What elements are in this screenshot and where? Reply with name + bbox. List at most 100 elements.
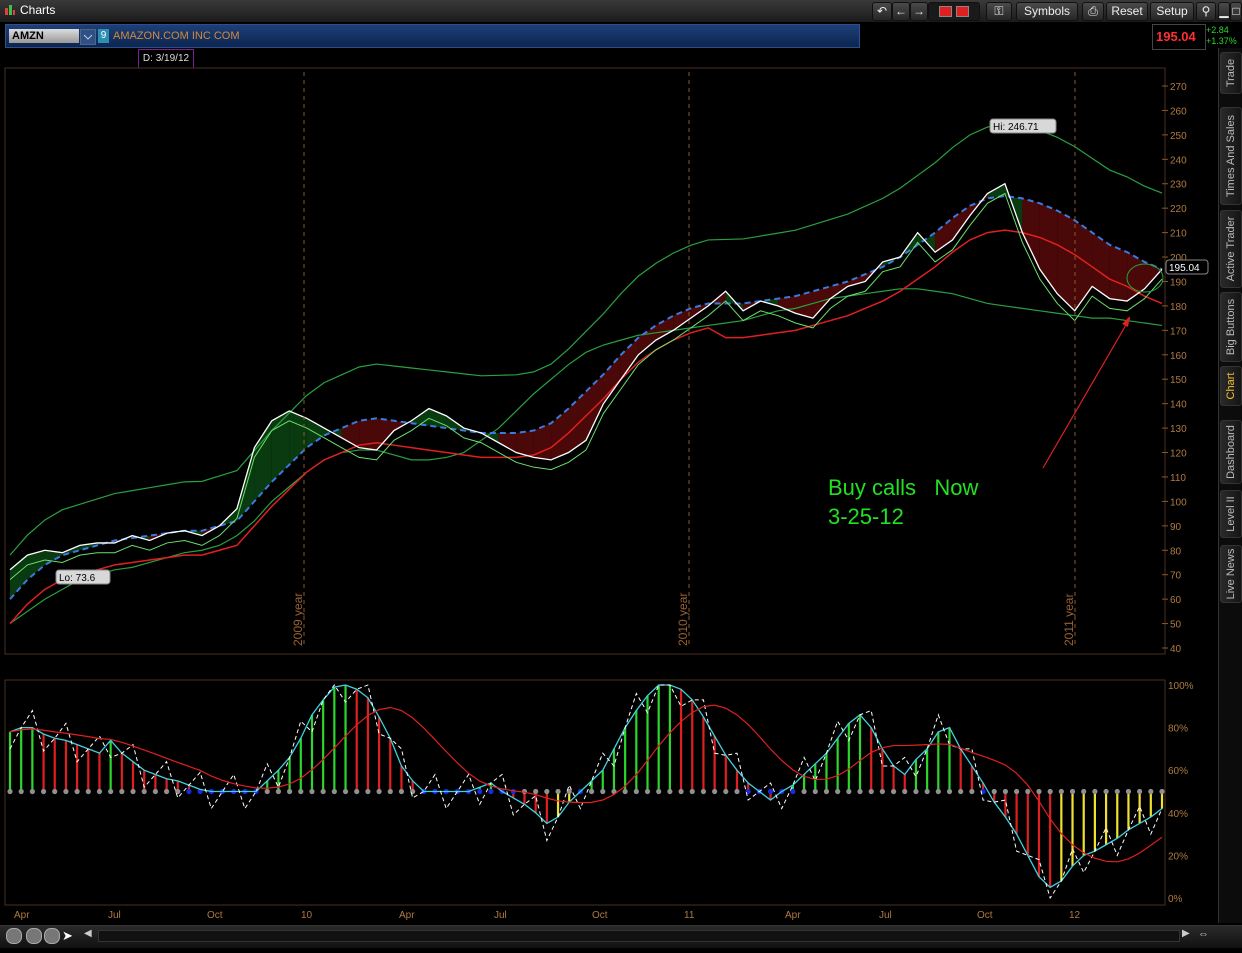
price-tick-label: 50 — [1170, 620, 1182, 631]
price-tick-label: 190 — [1170, 277, 1187, 288]
price-tick-label: 80 — [1170, 546, 1182, 557]
zero-line-dot — [1014, 788, 1020, 795]
zero-line-dot — [96, 788, 103, 795]
price-tick-label: 70 — [1170, 571, 1182, 582]
zero-line-dot — [600, 788, 606, 795]
zero-line-dot — [633, 788, 639, 795]
link-group-badge[interactable]: 9 — [98, 29, 109, 43]
minimize-icon[interactable]: ▁ — [1218, 2, 1230, 21]
layout-selector[interactable] — [928, 2, 980, 21]
zero-line-dot — [141, 788, 147, 795]
pan-icon[interactable] — [6, 928, 22, 944]
symbols-button[interactable]: Symbols — [1016, 2, 1078, 21]
sidebar-tab-chart[interactable]: Chart — [1220, 366, 1242, 406]
zero-line-dot — [52, 788, 58, 795]
zero-line-dot — [533, 788, 539, 795]
zero-line-dot — [354, 788, 360, 795]
forward-arrow-icon[interactable]: → — [910, 2, 928, 21]
sidebar-tab-live-news[interactable]: Live News — [1220, 545, 1242, 603]
pin-icon[interactable]: ⚲ — [1196, 2, 1216, 21]
zoom-out-icon[interactable] — [44, 928, 60, 944]
price-tick-label: 230 — [1170, 180, 1187, 191]
date-axis-label: 10 — [301, 910, 313, 921]
zero-line-dot — [991, 788, 997, 795]
sidebar-tab-big-buttons[interactable]: Big Buttons — [1220, 292, 1242, 362]
zoom-in-icon[interactable] — [26, 928, 42, 944]
zero-line-dot — [879, 788, 885, 795]
zero-line-dot — [387, 788, 393, 795]
pointer-icon[interactable]: ➤ — [62, 928, 73, 944]
zero-line-dot — [74, 788, 80, 795]
zero-line-dot — [958, 788, 964, 795]
scroll-left-icon[interactable]: ◀ — [84, 928, 96, 942]
reset-button[interactable]: Reset — [1106, 2, 1148, 21]
year-marker-label: 2011 year — [1062, 594, 1076, 646]
zero-line-dot — [734, 788, 740, 795]
sidebar-tab-times-and-sales[interactable]: Times And Sales — [1220, 107, 1242, 205]
oscillator-tick-label: 0% — [1168, 894, 1183, 905]
price-tick-label: 60 — [1170, 595, 1182, 606]
oscillator-tick-label: 20% — [1168, 851, 1188, 862]
zero-line-dot — [365, 788, 371, 795]
chevron-down-icon[interactable] — [80, 29, 96, 45]
zero-line-dot — [555, 788, 561, 795]
price-tick-label: 110 — [1170, 473, 1186, 484]
chart-app-icon — [5, 5, 15, 15]
zero-line-dot — [40, 788, 47, 795]
zero-line-dot — [622, 788, 628, 795]
date-axis-label: Apr — [399, 910, 415, 921]
last-price-label: 195.04 — [1169, 263, 1200, 274]
date-axis-label: Oct — [592, 910, 608, 921]
year-marker-label: 2009 year — [291, 593, 305, 646]
zero-line-dot — [644, 788, 651, 795]
link-icon[interactable]: ⚿ — [986, 2, 1012, 21]
zero-line-dot — [1058, 788, 1064, 795]
price-tick-label: 90 — [1170, 522, 1182, 533]
date-axis-label: Apr — [14, 910, 30, 921]
sidebar-tab-level-ii[interactable]: Level II — [1220, 490, 1242, 538]
zero-line-dot — [700, 788, 707, 795]
price-tick-label: 120 — [1170, 449, 1187, 460]
zero-line-dot — [712, 788, 718, 795]
zero-line-dot — [902, 788, 908, 795]
zero-line-dot — [678, 788, 684, 795]
zero-line-dot — [1036, 788, 1042, 795]
horizontal-scrollbar[interactable] — [98, 930, 1180, 942]
sidebar-tab-active-trader[interactable]: Active Trader — [1220, 210, 1242, 288]
back-arrow-icon[interactable]: ← — [892, 2, 910, 21]
oscillator-tick-label: 80% — [1168, 724, 1188, 735]
zero-line-dot — [488, 788, 494, 795]
oscillator-tick-label: 60% — [1168, 766, 1188, 777]
expand-icon[interactable]: ⇔ — [1198, 928, 1209, 940]
maximize-icon[interactable]: □ — [1230, 2, 1242, 21]
symbol-input[interactable]: AMZN — [9, 29, 79, 43]
price-chart[interactable]: 40 50 60 70 80 90 100 110 120 130 140 150 160 170 180 1… — [0, 48, 1218, 925]
zero-line-dot — [846, 788, 852, 795]
zero-line-dot — [29, 788, 35, 795]
zero-line-dot — [331, 788, 337, 795]
zero-line-dot — [823, 788, 830, 795]
annotation-line-1: Buy calls Now — [828, 475, 979, 500]
zero-line-dot — [890, 788, 897, 795]
net-change: +2.84 — [1206, 25, 1229, 35]
undo-icon[interactable]: ↶ — [872, 2, 892, 21]
zero-line-dot — [544, 788, 550, 795]
scroll-right-icon[interactable]: ▶ — [1182, 928, 1190, 939]
zero-line-dot — [477, 788, 483, 795]
lo-label: Lo: 73.6 — [59, 573, 96, 584]
price-tick-label: 140 — [1170, 400, 1187, 411]
date-axis-label: Oct — [207, 910, 223, 921]
price-tick-label: 170 — [1170, 326, 1187, 337]
zero-line-dot — [969, 788, 975, 795]
price-tick-label: 100 — [1170, 497, 1187, 508]
print-icon[interactable]: ⎙ — [1082, 2, 1104, 21]
zero-line-dot — [1092, 788, 1098, 795]
sidebar-tab-trade[interactable]: Trade — [1220, 52, 1242, 94]
zero-line-dot — [1137, 788, 1143, 795]
sidebar-tab-dashboard[interactable]: Dashboard — [1220, 420, 1242, 484]
zero-line-dot — [946, 788, 953, 795]
setup-button[interactable]: Setup — [1150, 2, 1194, 21]
date-axis-label: 12 — [1069, 910, 1081, 921]
price-tick-label: 150 — [1170, 375, 1187, 386]
date-axis-label: Jul — [494, 910, 507, 921]
